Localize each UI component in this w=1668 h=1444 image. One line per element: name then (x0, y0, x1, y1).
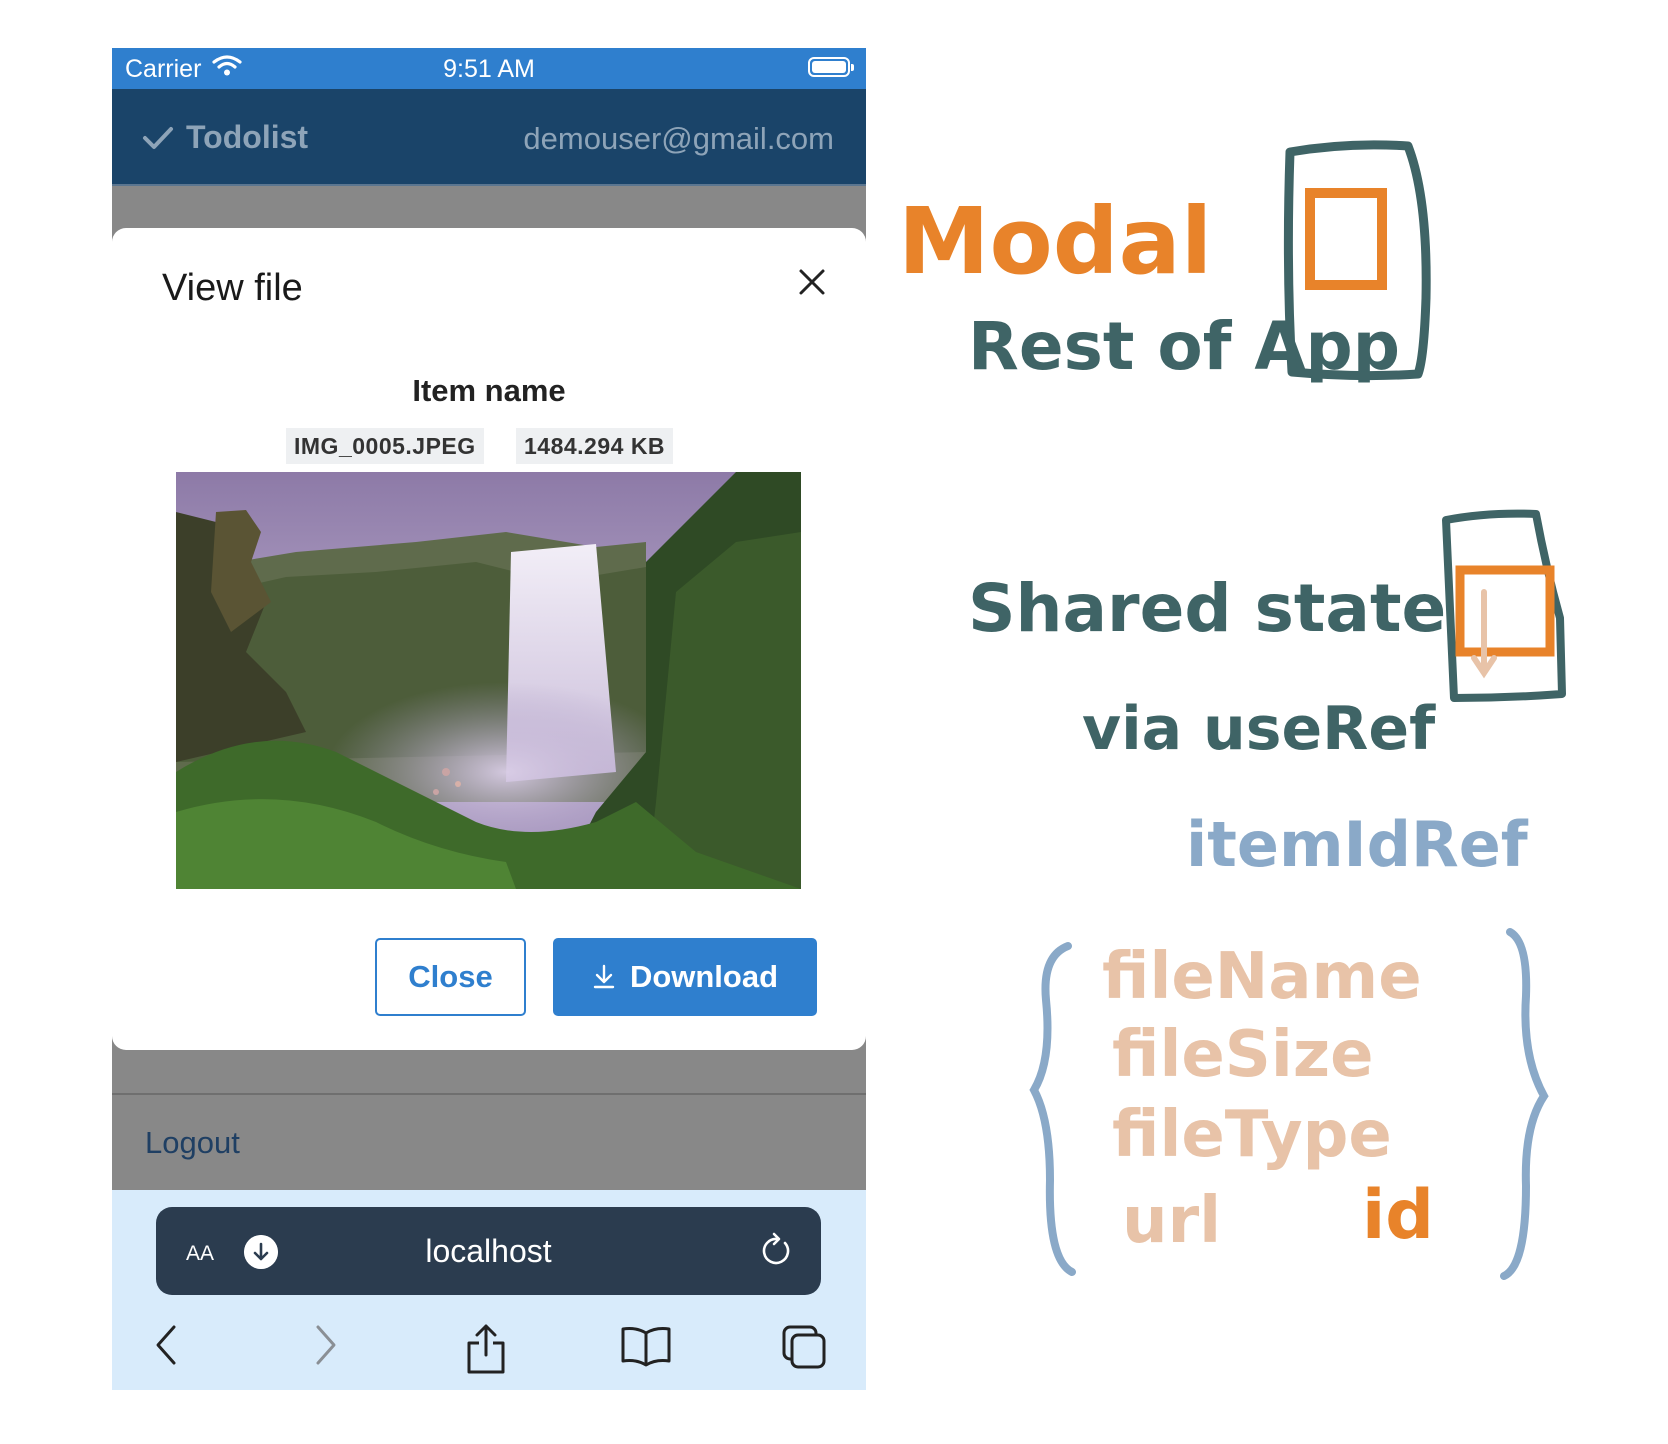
note-id: id (1362, 1176, 1434, 1255)
menu-area: Logout (112, 1093, 866, 1192)
note-field-url: url (1122, 1184, 1222, 1258)
address-bar[interactable]: AA localhost (156, 1207, 821, 1295)
close-button[interactable]: Close (375, 938, 526, 1016)
right-brace (1500, 928, 1549, 1280)
url-text: localhost (425, 1233, 552, 1269)
download-label: Download (629, 959, 779, 994)
forward-icon[interactable] (310, 1323, 340, 1367)
reload-icon[interactable] (759, 1231, 795, 1271)
view-file-modal: View file Item name IMG_0005.JPEG 1484.2… (112, 228, 866, 1050)
bookmarks-icon[interactable] (620, 1323, 672, 1367)
item-name: Item name (412, 373, 566, 408)
clock: 9:51 AM (443, 55, 535, 83)
app-brand[interactable]: Todolist (142, 119, 308, 156)
battery-icon (808, 57, 854, 77)
note-field-filename: fileName (1102, 940, 1422, 1014)
left-brace (1029, 942, 1076, 1276)
status-bar: Carrier 9:51 AM (112, 48, 866, 89)
phone-screen: Carrier 9:51 AM Todolist demouser@gmail.… (112, 48, 866, 1390)
note-field-filesize: fileSize (1112, 1018, 1374, 1092)
note-itemidref: itemIdRef (1186, 808, 1528, 881)
download-icon (593, 964, 615, 989)
logout-link[interactable]: Logout (145, 1125, 240, 1161)
note-shared-state: Shared state (968, 570, 1447, 647)
note-via-useref: via useRef (1082, 694, 1436, 764)
checkmark-icon (143, 126, 173, 149)
file-name-badge: IMG_0005.JPEG (286, 428, 484, 464)
download-button[interactable]: Download (553, 938, 817, 1016)
modal-title: View file (162, 267, 303, 309)
app-title: Todolist (186, 119, 309, 155)
share-icon[interactable] (464, 1323, 508, 1375)
app-header: Todolist demouser@gmail.com (112, 89, 866, 186)
note-field-filetype: fileType (1112, 1098, 1392, 1172)
waterfall-image (176, 472, 801, 889)
browser-bar: AA localhost (112, 1190, 866, 1390)
browser-toolbar (112, 1305, 866, 1385)
tabs-icon[interactable] (780, 1323, 828, 1371)
note-modal: Modal (898, 188, 1213, 295)
close-icon[interactable] (792, 262, 832, 302)
file-size-badge: 1484.294 KB (516, 428, 674, 464)
user-email[interactable]: demouser@gmail.com (523, 121, 834, 157)
back-icon[interactable] (152, 1323, 182, 1367)
shared-state-diagram (1442, 509, 1566, 702)
modal-diagram (1283, 140, 1431, 381)
